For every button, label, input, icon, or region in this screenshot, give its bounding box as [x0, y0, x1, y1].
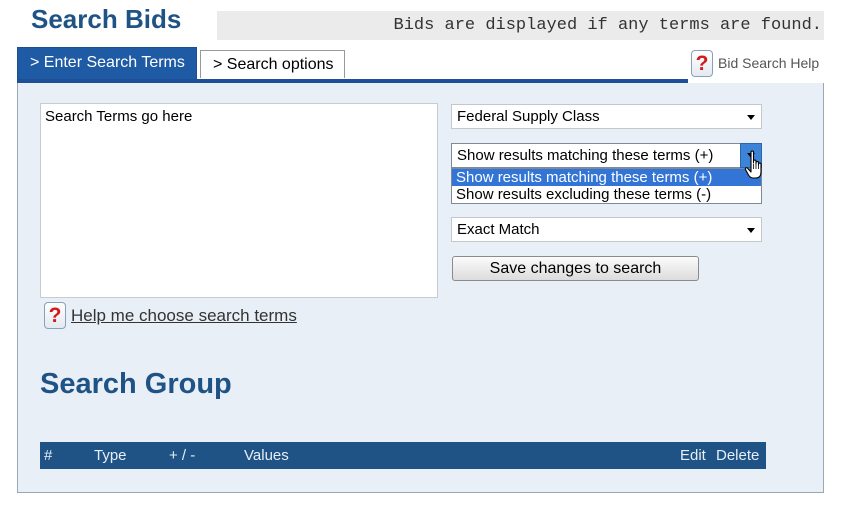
choose-terms-help-link[interactable]: Help me choose search terms — [71, 306, 297, 326]
match-mode-dropdown-list: Show results matching these terms (+) Sh… — [451, 168, 762, 204]
page-title: Search Bids — [31, 4, 182, 34]
column-header-number: # — [44, 447, 53, 464]
match-type-select[interactable]: Exact Match — [451, 217, 762, 242]
help-question-icon: ? — [44, 302, 66, 329]
tab-search-options[interactable]: > Search options — [200, 50, 345, 78]
chevron-down-icon — [747, 228, 755, 233]
help-question-icon: ? — [691, 49, 713, 77]
search-group-table-header: # Type + / - Values Edit Delete — [40, 442, 766, 469]
column-header-delete: Delete — [716, 447, 760, 464]
choose-terms-help[interactable]: ? Help me choose search terms — [44, 302, 297, 329]
search-group-title: Search Group — [40, 368, 232, 400]
bid-search-help-link[interactable]: ? Bid Search Help — [691, 49, 819, 77]
match-type-select-value: Exact Match — [457, 221, 540, 238]
field-select-value: Federal Supply Class — [457, 108, 600, 125]
dropdown-option-excluding[interactable]: Show results excluding these terms (-) — [452, 186, 761, 203]
dropdown-option-matching[interactable]: Show results matching these terms (+) — [452, 169, 761, 186]
match-mode-select-value: Show results matching these terms (+) — [457, 147, 714, 164]
tab-enter-search-terms[interactable]: > Enter Search Terms — [17, 47, 197, 79]
chevron-down-icon — [747, 115, 755, 120]
search-terms-textarea[interactable]: Search Terms go here — [40, 103, 438, 298]
column-header-values: Values — [244, 447, 289, 464]
bid-search-help-label: Bid Search Help — [718, 55, 820, 71]
column-header-plus-minus: + / - — [169, 447, 196, 464]
save-changes-button[interactable]: Save changes to search — [452, 256, 699, 281]
hand-cursor-icon — [744, 150, 762, 179]
field-select[interactable]: Federal Supply Class — [451, 104, 762, 129]
match-mode-select[interactable]: Show results matching these terms (+) — [451, 143, 762, 168]
column-header-type: Type — [94, 447, 127, 464]
column-header-edit: Edit — [680, 447, 706, 464]
search-notice: Bids are displayed if any terms are foun… — [217, 11, 824, 40]
